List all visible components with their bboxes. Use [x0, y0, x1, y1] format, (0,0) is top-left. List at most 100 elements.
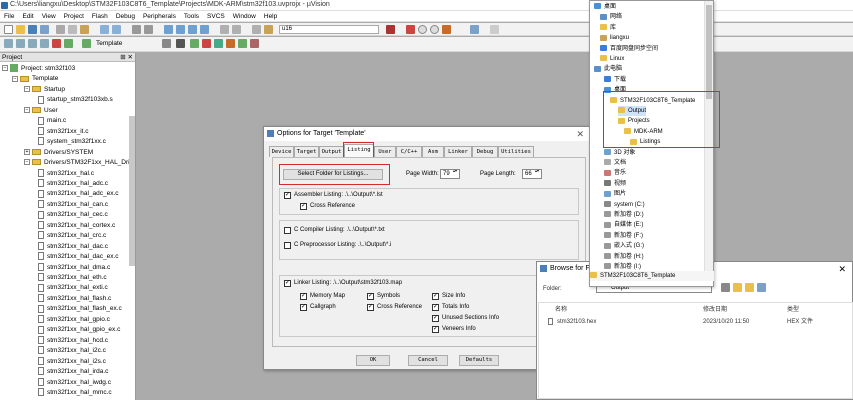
expand-toggle-icon[interactable]: −: [2, 65, 8, 72]
bookmark-next-icon[interactable]: [188, 25, 197, 34]
source-file[interactable]: stm32f1xx_hal_hcd.c: [38, 335, 108, 346]
panel-pin-close-icon[interactable]: ⊞ ✕: [120, 53, 133, 62]
tab-output[interactable]: Output: [319, 146, 344, 157]
folder-tree-item[interactable]: 自媒体 (E:): [604, 220, 643, 230]
folder-tree-item[interactable]: 新加卷 (H:): [604, 252, 644, 262]
tab-user[interactable]: User: [374, 146, 396, 157]
close-icon[interactable]: ✕: [838, 262, 846, 276]
new-folder-icon[interactable]: [745, 283, 754, 292]
source-file[interactable]: stm32f1xx_hal_i2c.c: [38, 346, 106, 356]
target-options-icon[interactable]: [82, 39, 91, 48]
c-preprocessor-listing-checkbox[interactable]: [284, 242, 291, 249]
unused-sections-checkbox[interactable]: ✓: [432, 315, 439, 322]
source-file[interactable]: stm32f1xx_hal_mmc.c: [38, 388, 112, 398]
column-name[interactable]: 名称: [555, 306, 567, 314]
indent-icon[interactable]: [220, 25, 229, 34]
source-file[interactable]: stm32f1xx_hal_cec.c: [38, 210, 108, 220]
undo-icon[interactable]: [100, 25, 109, 34]
page-width-spinner[interactable]: 79: [440, 169, 460, 179]
expand-toggle-icon[interactable]: −: [24, 159, 30, 166]
menu-flash[interactable]: Flash: [88, 11, 112, 22]
memory-map-checkbox[interactable]: ✓: [300, 293, 307, 300]
rebuild-icon[interactable]: [28, 39, 37, 48]
expand-toggle-icon[interactable]: +: [24, 148, 30, 155]
nav-forward-icon[interactable]: [144, 25, 153, 34]
column-type[interactable]: 类型: [787, 306, 799, 314]
source-file[interactable]: stm32f1xx_hal_can.c: [38, 200, 108, 210]
veneers-info-checkbox[interactable]: ✓: [432, 326, 439, 333]
project-root[interactable]: − Project: stm32f103: [2, 64, 75, 74]
expand-toggle-icon[interactable]: −: [24, 107, 30, 114]
totals-info-checkbox[interactable]: ✓: [432, 304, 439, 311]
folder-tree-item[interactable]: 网络: [600, 12, 622, 22]
source-file[interactable]: stm32f1xx_hal_flash_ex.c: [38, 304, 122, 314]
back-icon[interactable]: [721, 283, 730, 292]
c-compiler-listing-checkbox[interactable]: [284, 227, 291, 234]
folder-tree-item[interactable]: liangxu: [600, 33, 629, 43]
run-time-env-icon[interactable]: [190, 39, 199, 48]
save-all-icon[interactable]: [40, 25, 49, 34]
callgraph-checkbox[interactable]: ✓: [300, 304, 307, 311]
debug-start-icon[interactable]: [406, 25, 415, 34]
translate-icon[interactable]: [4, 39, 13, 48]
page-length-spinner[interactable]: 66: [522, 169, 542, 179]
expand-toggle-icon[interactable]: −: [12, 75, 18, 82]
download-icon[interactable]: [64, 39, 73, 48]
group-folder[interactable]: + Drivers/SYSTEM: [24, 148, 93, 158]
find-icon[interactable]: [386, 25, 395, 34]
bookmark-icon[interactable]: [164, 25, 173, 34]
folder-tree-item[interactable]: 新加卷 (F:): [604, 231, 643, 241]
folder-tree-item[interactable]: 此电脑: [594, 64, 622, 74]
tab-c-cpp[interactable]: C/C++: [396, 146, 422, 157]
find-combo[interactable]: u16: [279, 25, 379, 34]
paste-icon[interactable]: [80, 25, 89, 34]
source-file[interactable]: system_stm32f1xx.c: [38, 137, 106, 147]
folder-tree-item[interactable]: STM32F103C8T6_Template: [590, 271, 714, 281]
batch-build-icon[interactable]: [40, 39, 49, 48]
select-packs-icon[interactable]: [214, 39, 223, 48]
size-info-checkbox[interactable]: ✓: [432, 293, 439, 300]
expand-toggle-icon[interactable]: −: [24, 86, 30, 93]
tab-asm[interactable]: Asm: [422, 146, 444, 157]
scroll-thumb[interactable]: [706, 5, 712, 99]
folder-tree-item[interactable]: 下载: [604, 75, 626, 85]
menu-edit[interactable]: Edit: [18, 11, 37, 22]
group-folder[interactable]: − Startup: [24, 85, 65, 95]
menu-tools[interactable]: Tools: [180, 11, 203, 22]
menu-svcs[interactable]: SVCS: [203, 11, 229, 22]
source-file[interactable]: stm32f1xx_hal_flash.c: [38, 294, 111, 304]
folder-tree-item[interactable]: system (C:): [604, 200, 645, 210]
file-row[interactable]: stm32f103.hex 2023/10/20 11:50 HEX 文件: [543, 317, 843, 327]
tab-linker[interactable]: Linker: [444, 146, 472, 157]
nav-back-icon[interactable]: [132, 25, 141, 34]
folder-tree-item[interactable]: 库: [600, 23, 616, 33]
breakpoint-disable-icon[interactable]: [430, 25, 439, 34]
source-file[interactable]: stm32f1xx_hal_iwdg.c: [38, 377, 111, 388]
source-file[interactable]: stm32f1xx_hal_gpio.c: [38, 315, 110, 325]
group-folder[interactable]: − Drivers/STM32F1xx_HAL_Driv: [24, 158, 133, 168]
source-file[interactable]: stm32f1xx_hal_gpio_ex.c: [38, 325, 120, 335]
source-file[interactable]: stm32f1xx_hal.c: [38, 168, 94, 179]
ok-button[interactable]: OK: [356, 355, 390, 366]
source-file[interactable]: stm32f1xx_hal_crc.c: [38, 231, 106, 241]
menu-help[interactable]: Help: [260, 11, 281, 22]
stop-build-icon[interactable]: [52, 39, 61, 48]
source-file[interactable]: stm32f1xx_hal_irda.c: [38, 367, 108, 377]
folder-tree-item[interactable]: 3D 对象: [604, 148, 635, 158]
folder-tree-item[interactable]: 图片: [604, 189, 626, 199]
folder-tree-item[interactable]: Linux: [600, 54, 624, 64]
tab-target[interactable]: Target: [294, 146, 319, 157]
folder-tree-item[interactable]: 视频: [604, 179, 626, 189]
source-file[interactable]: startup_stm32f103xb.s: [38, 95, 113, 105]
unindent-icon[interactable]: [232, 25, 241, 34]
copy-icon[interactable]: [68, 25, 77, 34]
close-icon[interactable]: ✕: [576, 127, 584, 141]
manage-components-icon[interactable]: [176, 39, 185, 48]
uncomment-icon[interactable]: [264, 25, 273, 34]
menu-file[interactable]: File: [0, 11, 18, 22]
pack-installer-icon[interactable]: [202, 39, 211, 48]
source-file[interactable]: main.c: [38, 116, 66, 126]
folder-tree-item[interactable]: 新加卷 (D:): [604, 210, 644, 220]
source-file[interactable]: stm32f1xx_it.c: [38, 126, 89, 137]
diamond-icon[interactable]: [238, 39, 247, 48]
